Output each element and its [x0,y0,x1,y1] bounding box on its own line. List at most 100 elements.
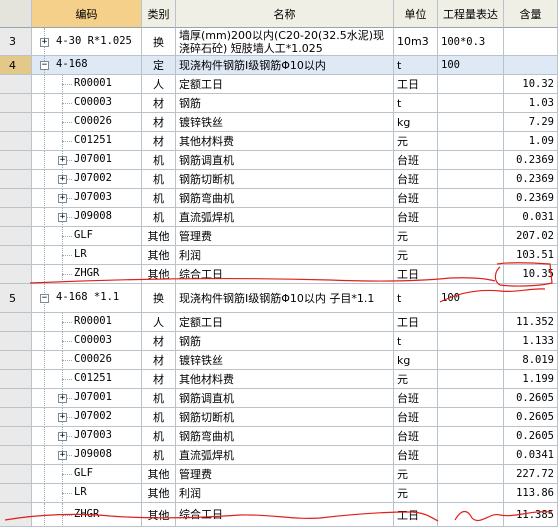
collapse-icon[interactable]: − [40,294,49,303]
quantity-cell[interactable]: 1.09 [504,132,558,151]
expand-icon[interactable]: + [58,413,67,422]
code-cell[interactable]: + J07002 [32,170,142,189]
quantity-cell[interactable]: 0.2605 [504,427,558,446]
expression-cell[interactable] [438,351,504,370]
name-cell[interactable]: 综合工日 [176,265,394,284]
resource-row[interactable]: C00003 材钢筋 t 1.03 [0,94,558,113]
expression-cell[interactable] [438,246,504,265]
code-cell[interactable]: +4-30 R*1.025 [32,28,142,56]
quantity-cell[interactable]: 1.199 [504,370,558,389]
name-cell[interactable]: 钢筋弯曲机 [176,427,394,446]
name-cell[interactable]: 利润 [176,484,394,503]
unit-cell[interactable]: 台班 [394,389,438,408]
name-cell[interactable]: 管理费 [176,227,394,246]
resource-row[interactable]: + J09008 机直流弧焊机 台班 0.0341 [0,446,558,465]
unit-cell[interactable]: 元 [394,370,438,389]
code-cell[interactable]: LR [32,484,142,503]
expression-cell[interactable] [438,484,504,503]
unit-cell[interactable]: t [394,332,438,351]
expand-icon[interactable]: + [40,38,49,47]
code-cell[interactable]: + J09008 [32,208,142,227]
unit-header[interactable]: 单位 [394,0,438,28]
quantity-cell[interactable]: 7.29 [504,113,558,132]
quantity-cell[interactable]: 1.133 [504,332,558,351]
name-cell[interactable]: 墙厚(mm)200以内(C20-20(32.5水泥)现浇碎石砼) 短肢墙人工*1… [176,28,394,56]
expand-icon[interactable]: + [58,432,67,441]
expression-cell[interactable] [438,151,504,170]
quantity-cell[interactable]: 0.2369 [504,151,558,170]
quantity-cell[interactable] [504,28,558,56]
resource-row[interactable]: C01251 材其他材料费元 1.199 [0,370,558,389]
expand-icon[interactable]: + [58,175,67,184]
quantity-cell[interactable]: 207.02 [504,227,558,246]
unit-cell[interactable]: 台班 [394,408,438,427]
category-cell[interactable]: 换 [142,28,176,56]
unit-cell[interactable]: 工日 [394,75,438,94]
resource-row[interactable]: + J07001 机钢筋调直机 台班 0.2605 [0,389,558,408]
resource-row[interactable]: R00001 人定额工日 工日 11.352 [0,313,558,332]
unit-cell[interactable]: 工日 [394,265,438,284]
expand-icon[interactable]: + [58,156,67,165]
expression-cell[interactable] [438,208,504,227]
unit-cell[interactable]: kg [394,351,438,370]
category-cell[interactable]: 定 [142,56,176,75]
expression-cell[interactable] [438,313,504,332]
quantity-cell[interactable]: 0.2369 [504,170,558,189]
quantity-cell[interactable]: 11.385 [504,503,558,527]
name-cell[interactable]: 管理费 [176,465,394,484]
expression-cell[interactable]: 100 [438,284,504,313]
unit-cell[interactable]: t [394,94,438,113]
category-cell[interactable]: 机 [142,151,176,170]
resource-row[interactable]: ZHGR 其他 综合工日 工日 10.35 [0,265,558,284]
unit-cell[interactable]: 台班 [394,189,438,208]
quota-row[interactable]: 4−4-168 定现浇构件钢筋Ⅰ级钢筋Φ10以内 t 100 [0,56,558,75]
unit-cell[interactable]: 元 [394,132,438,151]
category-cell[interactable]: 机 [142,427,176,446]
code-cell[interactable]: ZHGR [32,503,142,527]
quantity-cell[interactable]: 11.352 [504,313,558,332]
resource-row[interactable]: GLF 其他 管理费元 207.02 [0,227,558,246]
code-cell[interactable]: C00003 [32,94,142,113]
expression-cell[interactable] [438,389,504,408]
name-cell[interactable]: 定额工日 [176,75,394,94]
code-cell[interactable]: + J09008 [32,446,142,465]
unit-cell[interactable]: 台班 [394,170,438,189]
category-header[interactable]: 类别 [142,0,176,28]
quantity-cell[interactable] [504,56,558,75]
code-cell[interactable]: + J07001 [32,151,142,170]
unit-cell[interactable]: 台班 [394,427,438,446]
category-cell[interactable]: 材 [142,351,176,370]
expression-cell[interactable] [438,170,504,189]
expression-cell[interactable] [438,265,504,284]
quantity-cell[interactable]: 0.2605 [504,408,558,427]
unit-cell[interactable]: 元 [394,227,438,246]
expression-cell[interactable]: 100*0.3 [438,28,504,56]
code-cell[interactable]: R00001 [32,75,142,94]
name-cell[interactable]: 利润 [176,246,394,265]
name-cell[interactable]: 钢筋切断机 [176,170,394,189]
unit-cell[interactable]: 元 [394,465,438,484]
category-cell[interactable]: 机 [142,208,176,227]
expression-cell[interactable] [438,408,504,427]
name-cell[interactable]: 钢筋调直机 [176,389,394,408]
name-header[interactable]: 名称 [176,0,394,28]
category-cell[interactable]: 机 [142,389,176,408]
code-header[interactable]: 编码 [32,0,142,28]
code-cell[interactable]: GLF [32,465,142,484]
name-cell[interactable]: 综合工日 [176,503,394,527]
unit-cell[interactable]: 台班 [394,151,438,170]
expression-cell[interactable] [438,75,504,94]
resource-row[interactable]: LR 其他 利润元 113.86 [0,484,558,503]
expression-cell[interactable] [438,446,504,465]
resource-row[interactable]: ZHGR 其他 综合工日 工日 11.385 [0,503,558,527]
resource-row[interactable]: + J07003 机钢筋弯曲机 台班 0.2369 [0,189,558,208]
expression-cell[interactable] [438,132,504,151]
code-cell[interactable]: + J07003 [32,427,142,446]
name-cell[interactable]: 其他材料费 [176,370,394,389]
quantity-cell[interactable]: 0.2369 [504,189,558,208]
category-cell[interactable]: 材 [142,370,176,389]
code-cell[interactable]: C00003 [32,332,142,351]
quantity-cell[interactable]: 227.72 [504,465,558,484]
expression-cell[interactable] [438,94,504,113]
name-cell[interactable]: 其他材料费 [176,132,394,151]
